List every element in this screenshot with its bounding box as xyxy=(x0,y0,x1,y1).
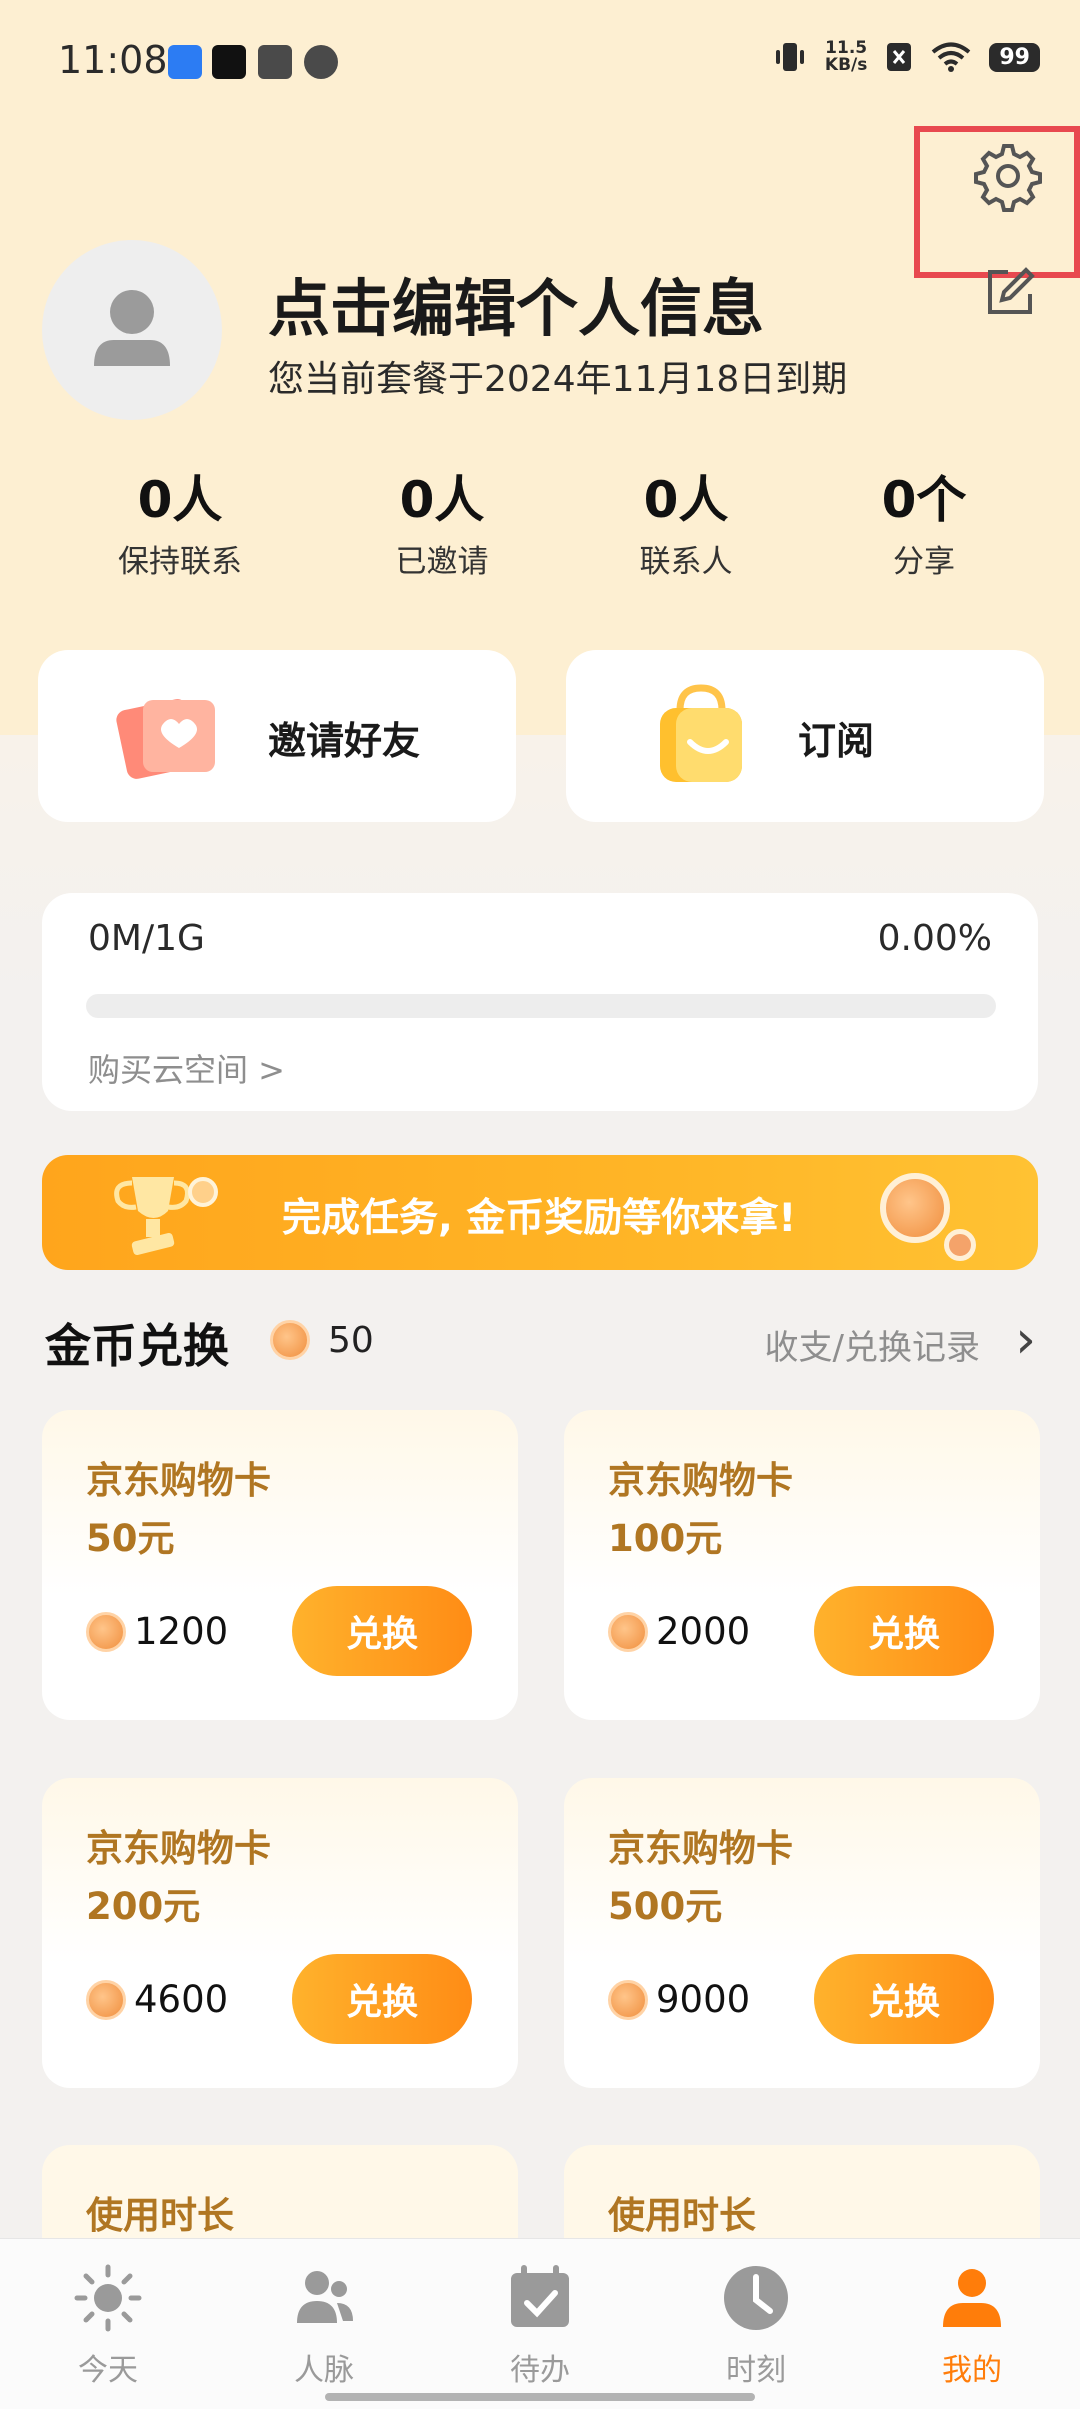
gift-amount: 100元 xyxy=(608,1517,723,1560)
gift-amount: 200元 xyxy=(86,1885,201,1928)
nav-label: 人脉 xyxy=(294,2353,354,2388)
mail-icon xyxy=(258,45,292,79)
nav-label: 时刻 xyxy=(726,2353,786,2388)
sim-disabled-icon xyxy=(887,43,912,71)
stat-label: 已邀请 xyxy=(395,544,489,580)
person-silhouette-icon xyxy=(94,290,170,366)
coin-icon xyxy=(608,1612,648,1652)
nav-today[interactable]: 今天 xyxy=(28,2261,188,2389)
shopping-bag-icon xyxy=(660,684,742,782)
storage-percent: 0.00% xyxy=(877,918,992,959)
gift-title: 京东购物卡 xyxy=(608,1459,793,1502)
stat-label: 分享 xyxy=(893,544,955,580)
gift-amount: 500元 xyxy=(608,1885,723,1928)
nav-label: 待办 xyxy=(510,2353,570,2388)
stat-invited[interactable]: 0人 已邀请 xyxy=(342,460,542,581)
gear-icon[interactable] xyxy=(972,140,1044,212)
small-coin-icon xyxy=(188,1177,218,1207)
vibrate-icon xyxy=(775,43,804,71)
profile-name[interactable]: 点击编辑个人信息 xyxy=(268,258,764,348)
nav-label: 我的 xyxy=(942,2353,1002,2388)
coin-icon xyxy=(86,1612,126,1652)
wifi-icon xyxy=(932,42,971,72)
coin-icon xyxy=(86,1980,126,2020)
gift-card-50[interactable]: 京东购物卡 50元 1200 兑换 xyxy=(42,1410,518,1720)
stat-value: 0人 xyxy=(399,471,485,529)
gift-price: 1200 xyxy=(134,1610,229,1653)
usage-time-title: 使用时长 xyxy=(608,2194,756,2237)
invite-friends-label: 邀请好友 xyxy=(268,719,421,763)
plan-expiry-text: 您当前套餐于2024年11月18日到期 xyxy=(268,359,848,400)
home-indicator[interactable] xyxy=(325,2393,755,2401)
coin-icon xyxy=(608,1980,648,2020)
storage-used: 0M/1G xyxy=(88,918,205,959)
stat-shares[interactable]: 0个 分享 xyxy=(824,460,1024,581)
task-reward-banner[interactable]: 完成任务, 金币奖励等你来拿! xyxy=(42,1155,1038,1270)
notification-app-icon xyxy=(168,45,202,79)
avatar[interactable] xyxy=(42,240,222,420)
coin-exchange-title: 金币兑换 xyxy=(45,1319,229,1373)
stat-contacts[interactable]: 0人 联系人 xyxy=(586,460,786,581)
gift-price: 2000 xyxy=(656,1610,751,1653)
gift-price: 4600 xyxy=(134,1978,229,2021)
stat-keep-in-touch[interactable]: 0人 保持联系 xyxy=(80,460,280,581)
redeem-button[interactable]: 兑换 xyxy=(814,1586,994,1676)
calendar-check-icon xyxy=(511,2265,569,2327)
gift-card-500[interactable]: 京东购物卡 500元 9000 兑换 xyxy=(564,1778,1040,2088)
nav-mine[interactable]: 我的 xyxy=(892,2261,1052,2389)
network-speed: 11.5 KB/s xyxy=(825,40,867,74)
redeem-button[interactable]: 兑换 xyxy=(292,1586,472,1676)
banner-text: 完成任务, 金币奖励等你来拿! xyxy=(282,1196,797,1241)
gift-card-100[interactable]: 京东购物卡 100元 2000 兑换 xyxy=(564,1410,1040,1720)
gift-title: 京东购物卡 xyxy=(86,1827,271,1870)
nav-contacts[interactable]: 人脉 xyxy=(244,2261,404,2389)
status-bar: 11:08 11.5 KB/s 99 xyxy=(0,0,1080,125)
subscribe-label: 订阅 xyxy=(798,719,875,763)
stat-value: 0个 xyxy=(881,471,967,529)
bottom-navigation: 今天 人脉 待办 时刻 我的 xyxy=(0,2238,1080,2409)
gift-card-200[interactable]: 京东购物卡 200元 4600 兑换 xyxy=(42,1778,518,2088)
invite-envelope-icon xyxy=(116,699,215,779)
chevron-right-icon[interactable]: › xyxy=(1015,1310,1036,1370)
status-time: 11:08 xyxy=(58,38,168,82)
nav-label: 今天 xyxy=(78,2353,138,2388)
redeem-button[interactable]: 兑换 xyxy=(292,1954,472,2044)
sun-icon xyxy=(74,2264,142,2332)
buy-cloud-space-link[interactable]: 购买云空间 > xyxy=(88,1045,285,1091)
gift-title: 京东购物卡 xyxy=(608,1827,793,1870)
coin-balance: 50 xyxy=(328,1320,374,1361)
invite-friends-card[interactable]: 邀请好友 xyxy=(38,650,516,822)
tiktok-icon xyxy=(212,45,246,79)
people-icon xyxy=(297,2271,353,2323)
big-coin-icon xyxy=(880,1173,950,1243)
edit-icon[interactable] xyxy=(980,262,1040,322)
person-icon xyxy=(943,2269,1001,2327)
nav-todo[interactable]: 待办 xyxy=(460,2261,620,2389)
gift-title: 京东购物卡 xyxy=(86,1459,271,1502)
clock-icon xyxy=(724,2266,788,2330)
stat-label: 联系人 xyxy=(639,544,733,580)
stat-value: 0人 xyxy=(137,471,223,529)
small-coin-icon xyxy=(944,1229,976,1261)
usage-time-title: 使用时长 xyxy=(86,2194,234,2237)
storage-progress-bar xyxy=(86,994,996,1018)
gift-amount: 50元 xyxy=(86,1517,175,1560)
stat-label: 保持联系 xyxy=(118,544,242,580)
coin-icon xyxy=(270,1320,310,1360)
app-icon xyxy=(304,45,338,79)
coin-record-link[interactable]: 收支/兑换记录 xyxy=(765,1320,980,1369)
subscribe-card[interactable]: 订阅 xyxy=(566,650,1044,822)
battery-indicator: 99 xyxy=(989,42,1040,72)
redeem-button[interactable]: 兑换 xyxy=(814,1954,994,2044)
gift-price: 9000 xyxy=(656,1978,751,2021)
network-speed-unit: KB/s xyxy=(824,55,868,75)
stat-value: 0人 xyxy=(643,471,729,529)
nav-moments[interactable]: 时刻 xyxy=(676,2261,836,2389)
